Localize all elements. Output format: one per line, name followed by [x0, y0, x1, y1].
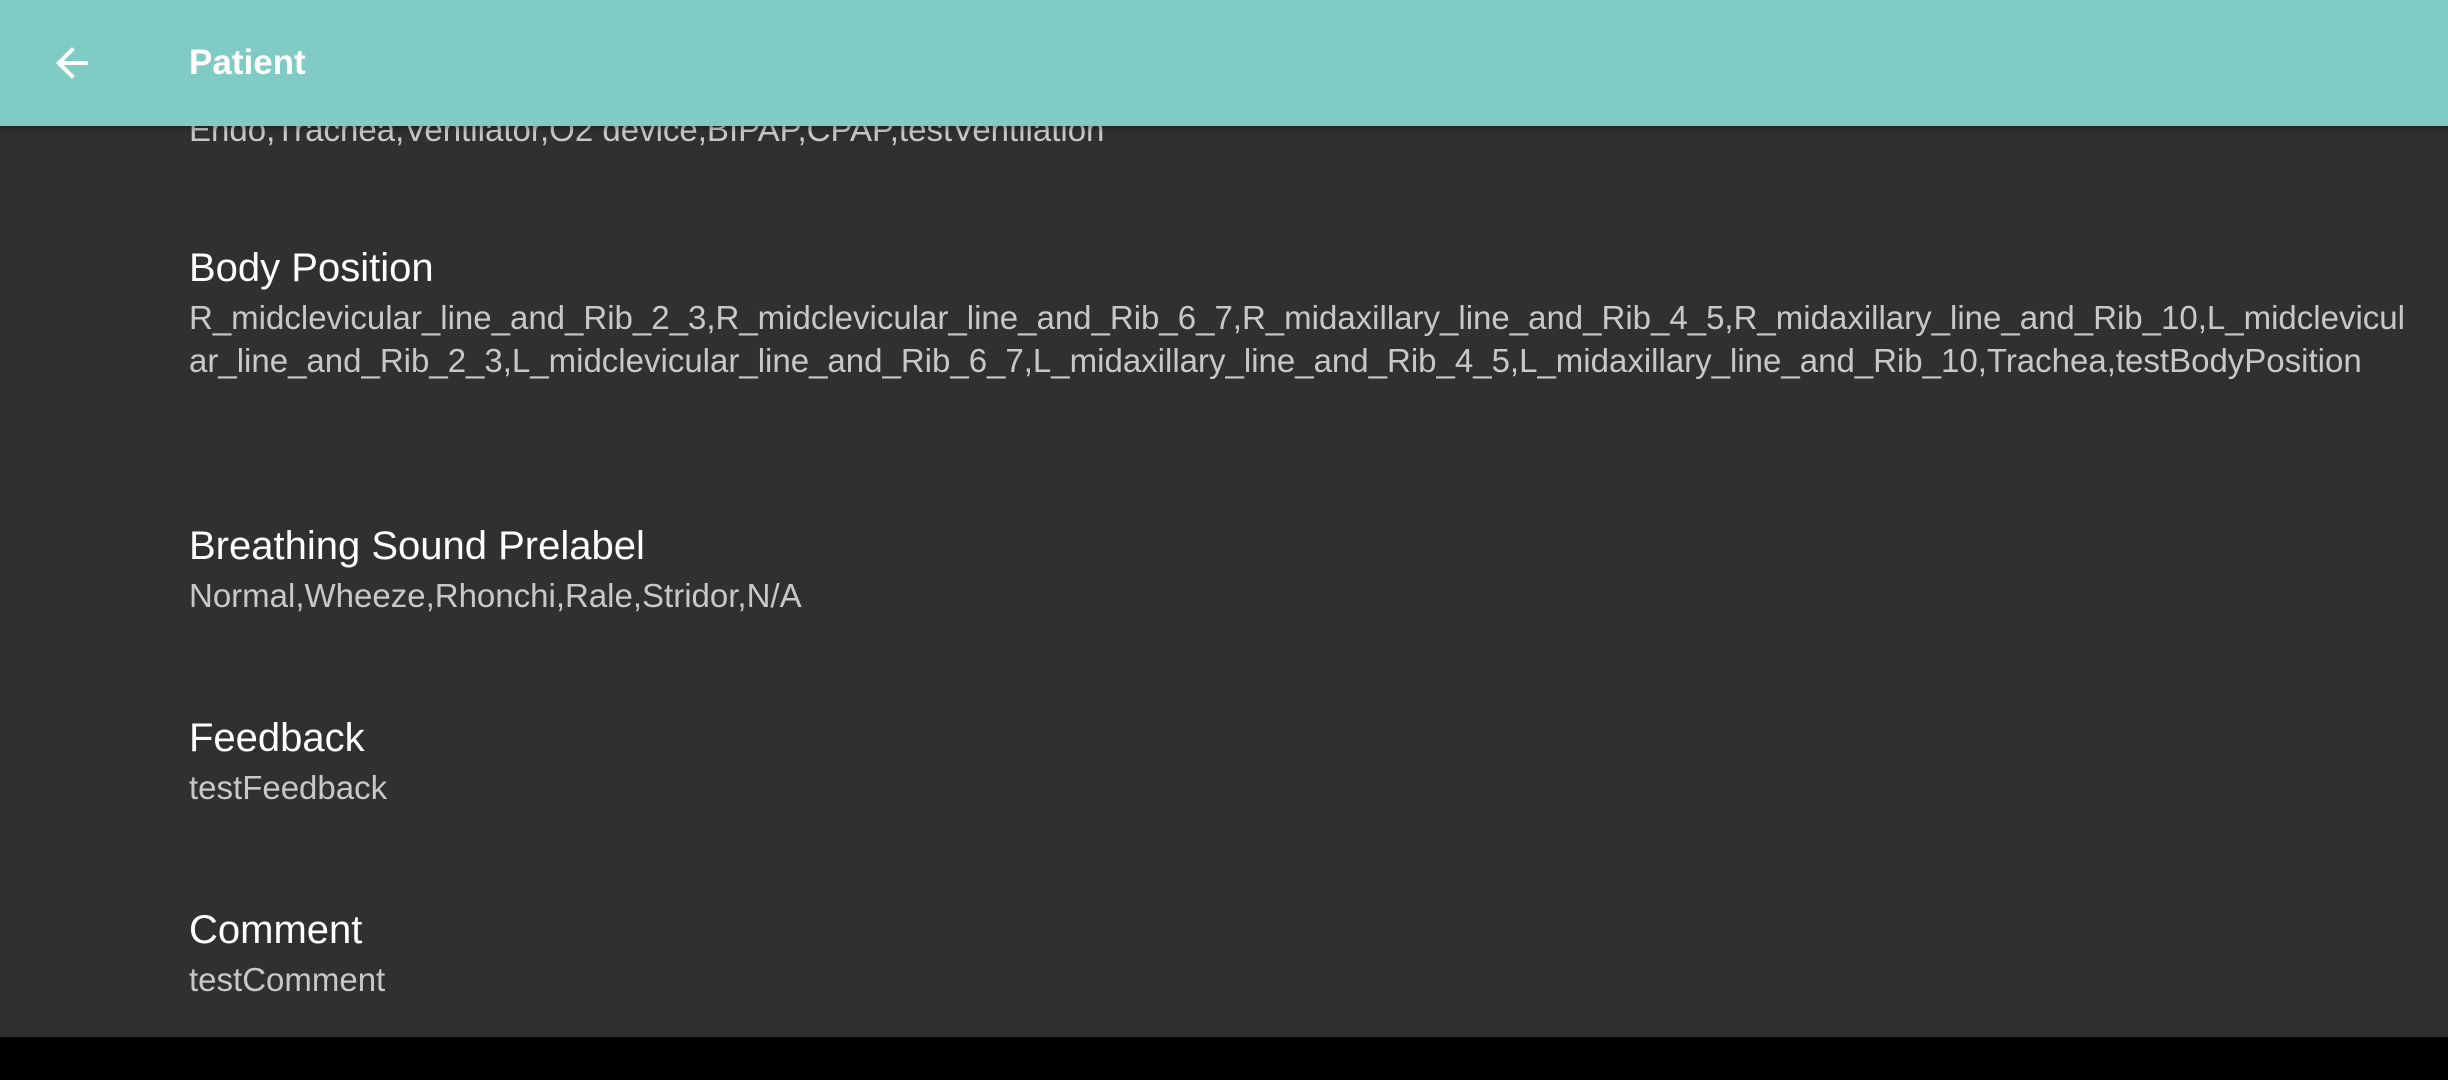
- feedback-value: testFeedback: [189, 769, 388, 806]
- back-button[interactable]: [36, 27, 108, 99]
- comment-item: Comment testComment: [189, 906, 2409, 1001]
- breathing-sound-value: Normal,Wheeze,Rhonchi,Rale,Stridor,N/A: [189, 577, 802, 614]
- app-bar: Patient: [0, 0, 2448, 126]
- system-nav-bar: [0, 1037, 2448, 1080]
- body-position-value: R_midclevicular_line_and_Rib_2_3,R_midcl…: [189, 299, 2405, 379]
- breathing-sound-label: Breathing Sound Prelabel: [189, 524, 645, 568]
- detail-list[interactable]: Endo,Trachea,Ventilator,O2 device,BIPAP,…: [189, 0, 2409, 1037]
- breathing-sound-item: Breathing Sound Prelabel Normal,Wheeze,R…: [189, 522, 2409, 617]
- body-position-label: Body Position: [189, 246, 434, 290]
- comment-label: Comment: [189, 908, 363, 952]
- body-position-item: Body Position R_midclevicular_line_and_R…: [189, 244, 2409, 382]
- page-title: Patient: [189, 43, 306, 82]
- feedback-item: Feedback testFeedback: [189, 714, 2409, 809]
- arrow-back-icon: [56, 47, 88, 79]
- feedback-label: Feedback: [189, 716, 365, 760]
- comment-value: testComment: [189, 961, 386, 998]
- patient-detail-screen: Endo,Trachea,Ventilator,O2 device,BIPAP,…: [0, 0, 2448, 1037]
